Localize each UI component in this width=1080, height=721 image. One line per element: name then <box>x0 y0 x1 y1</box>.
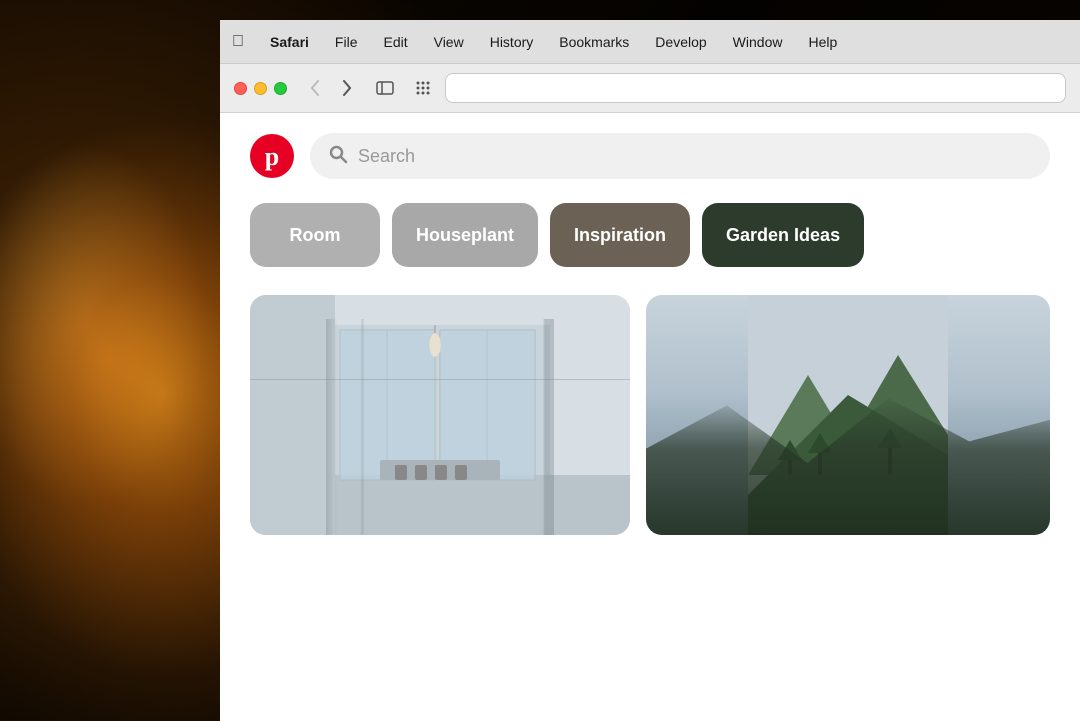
search-icon <box>328 144 348 169</box>
browser-toolbar <box>220 64 1080 112</box>
pin-grid <box>220 287 1080 543</box>
sidebar-toggle-button[interactable] <box>371 74 399 102</box>
pin-mountain-image <box>646 295 1050 535</box>
address-bar[interactable] <box>445 73 1066 103</box>
apple-menu-icon[interactable]:  <box>232 33 244 51</box>
menu-window[interactable]: Window <box>729 32 787 52</box>
macos-menubar:  Safari File Edit View History Bookmark… <box>220 20 1080 64</box>
search-bar[interactable]: Search <box>310 133 1050 179</box>
traffic-lights <box>234 82 287 95</box>
pinterest-logo[interactable]: p <box>250 134 294 178</box>
menu-history[interactable]: History <box>486 32 538 52</box>
interior-svg <box>250 295 630 535</box>
pinterest-header: p Search <box>220 113 1080 195</box>
category-room[interactable]: Room <box>250 203 380 267</box>
category-inspiration[interactable]: Inspiration <box>550 203 690 267</box>
tab-overview-button[interactable] <box>409 74 437 102</box>
search-placeholder-text: Search <box>358 146 415 167</box>
pin-card-mountain[interactable] <box>646 295 1050 535</box>
browser-chrome <box>220 64 1080 113</box>
menu-edit[interactable]: Edit <box>379 32 411 52</box>
menu-help[interactable]: Help <box>804 32 841 52</box>
laptop-frame:  Safari File Edit View History Bookmark… <box>220 20 1080 720</box>
menu-view[interactable]: View <box>430 32 468 52</box>
category-houseplant[interactable]: Houseplant <box>392 203 538 267</box>
category-pills: Room Houseplant Inspiration Garden Ideas <box>220 195 1080 287</box>
pin-card-interior[interactable] <box>250 295 630 535</box>
pinterest-logo-letter: p <box>265 144 279 170</box>
menu-file[interactable]: File <box>331 32 362 52</box>
category-garden-ideas[interactable]: Garden Ideas <box>702 203 864 267</box>
close-button[interactable] <box>234 82 247 95</box>
minimize-button[interactable] <box>254 82 267 95</box>
forward-button[interactable] <box>333 74 361 102</box>
nav-buttons <box>301 74 361 102</box>
menu-bookmarks[interactable]: Bookmarks <box>555 32 633 52</box>
mountain-svg <box>646 295 1050 535</box>
fullscreen-button[interactable] <box>274 82 287 95</box>
pin-interior-image <box>250 295 630 535</box>
page-content: p Search Room Houseplant Inspiration Gar… <box>220 113 1080 721</box>
back-button[interactable] <box>301 74 329 102</box>
menu-safari[interactable]: Safari <box>266 32 313 52</box>
address-bar-area <box>409 73 1066 103</box>
menu-develop[interactable]: Develop <box>651 32 710 52</box>
